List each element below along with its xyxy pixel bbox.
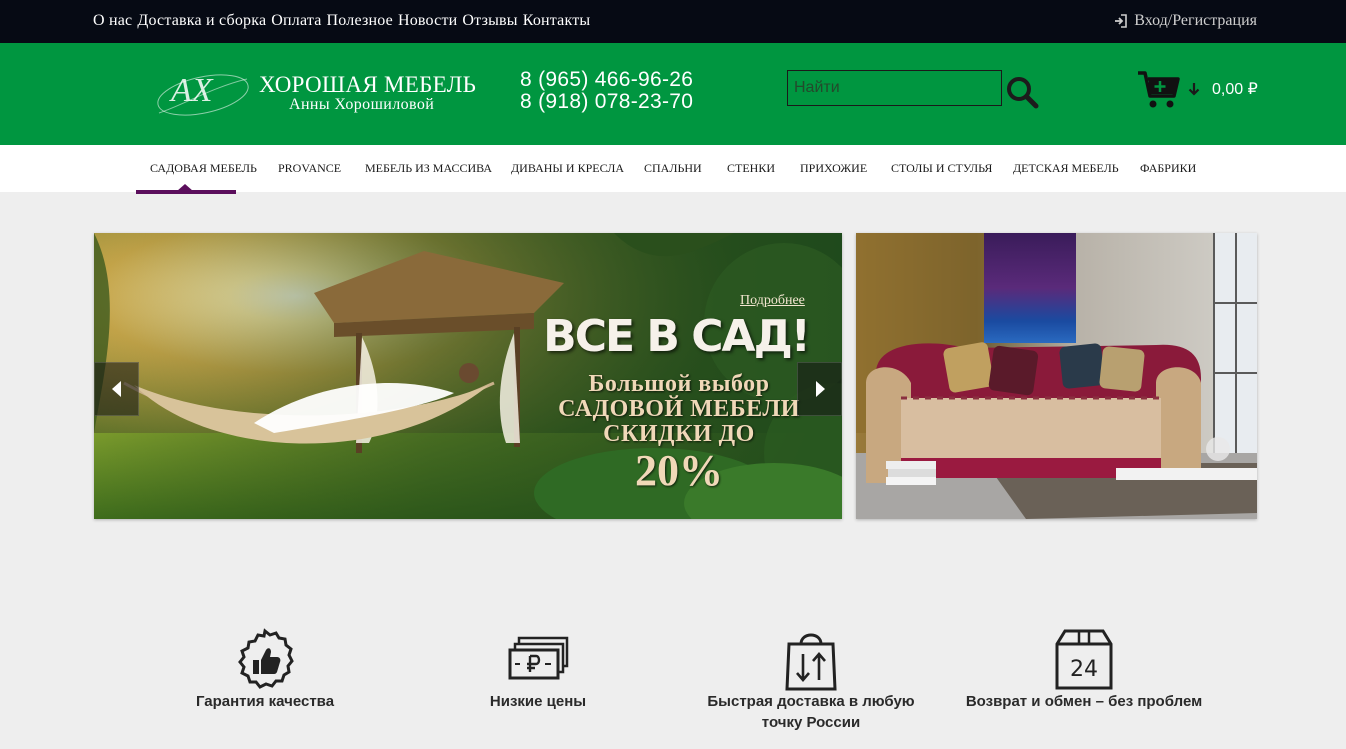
sofa-promo-banner[interactable] — [856, 233, 1257, 519]
slide-more-link[interactable]: Подробнее — [740, 293, 805, 309]
category-provance[interactable]: Provance — [278, 161, 341, 176]
slide-discount-percent: 20% — [635, 446, 723, 495]
search-input[interactable] — [787, 70, 1002, 106]
category-bedrooms[interactable]: Спальни — [644, 161, 702, 176]
slide-line-2: САДОВОЙ МЕБЕЛИ — [558, 396, 800, 422]
feature-low-prices-label: Низкие цены — [489, 693, 587, 710]
top-nav-contacts[interactable]: Контакты — [523, 12, 591, 30]
search-icon[interactable] — [1006, 76, 1040, 110]
slide-title: ВСЕ В САД! — [543, 311, 811, 362]
sofa-interior-image — [856, 233, 1257, 519]
category-hallways[interactable]: Прихожие — [800, 161, 867, 176]
logo-monogram-icon[interactable]: АХ — [153, 65, 253, 125]
slide-line-1: Большой выбор — [588, 371, 770, 397]
cart-total[interactable]: 0,00 ₽ — [1212, 79, 1258, 99]
slide-line-3: СКИДКИ ДО — [603, 421, 755, 447]
top-nav-reviews[interactable]: Отзывы — [462, 12, 517, 30]
category-garden-furniture[interactable]: Садовая мебель — [150, 161, 257, 176]
promo-slider[interactable]: Подробнее ВСЕ В САД! Большой выбор САДОВ… — [94, 233, 842, 519]
category-kids-furniture[interactable]: Детская мебель — [1013, 161, 1119, 176]
box-24-icon: 24 — [1055, 629, 1113, 690]
cart-icon[interactable] — [1137, 70, 1181, 110]
logo-title[interactable]: ХОРОШАЯ МЕБЕЛЬ — [259, 72, 476, 98]
ruble-banknotes-icon — [508, 636, 569, 680]
slider-next-button[interactable] — [797, 362, 842, 416]
category-sofas-armchairs[interactable]: Диваны и кресла — [511, 161, 624, 176]
login-label: Вход/Регистрация — [1134, 12, 1257, 29]
chevron-right-icon — [815, 381, 825, 397]
top-bar: О нас Доставка и сборка Оплата Полезное … — [0, 0, 1346, 43]
top-nav-payment[interactable]: Оплата — [271, 12, 321, 30]
shopping-bag-arrows-icon — [785, 633, 837, 691]
login-link[interactable]: Вход/Регистрация — [1114, 12, 1257, 30]
logo-monogram-text: АХ — [169, 72, 214, 109]
thumbs-up-badge-icon — [238, 628, 294, 689]
slider-prev-button[interactable] — [94, 362, 139, 416]
sign-in-icon — [1115, 14, 1128, 28]
chevron-left-icon — [111, 381, 121, 397]
feature-returns-label: Возврат и обмен – без проблем — [965, 693, 1203, 710]
logo-subtitle: Анны Хорошиловой — [289, 96, 435, 113]
top-nav-news[interactable]: Новости — [398, 12, 457, 30]
category-wall-units[interactable]: Стенки — [727, 161, 775, 176]
feature-quality-label: Гарантия качества — [195, 693, 335, 710]
feature-fast-delivery-label: Быстрая доставка в любую точку России — [707, 693, 915, 731]
category-factories[interactable]: Фабрики — [1140, 161, 1196, 176]
top-nav-about[interactable]: О нас — [93, 12, 132, 30]
site-header: АХ ХОРОШАЯ МЕБЕЛЬ Анны Хорошиловой 8 (96… — [0, 43, 1346, 145]
category-solid-wood[interactable]: Мебель из массива — [365, 161, 492, 176]
svg-text:24: 24 — [1070, 657, 1098, 682]
top-nav-delivery[interactable]: Доставка и сборка — [137, 12, 266, 30]
top-nav-useful[interactable]: Полезное — [327, 12, 393, 30]
phone-primary[interactable]: 8 (965) 466-96-26 — [520, 68, 693, 92]
phone-secondary[interactable]: 8 (918) 078-23-70 — [520, 90, 693, 114]
active-category-indicator — [136, 190, 236, 194]
category-navigation: Садовая мебель Provance Мебель из массив… — [0, 145, 1346, 192]
category-tables-chairs[interactable]: Столы и стулья — [891, 161, 992, 176]
arrow-down-icon — [1188, 83, 1200, 96]
top-navigation: О нас Доставка и сборка Оплата Полезное … — [93, 12, 595, 30]
